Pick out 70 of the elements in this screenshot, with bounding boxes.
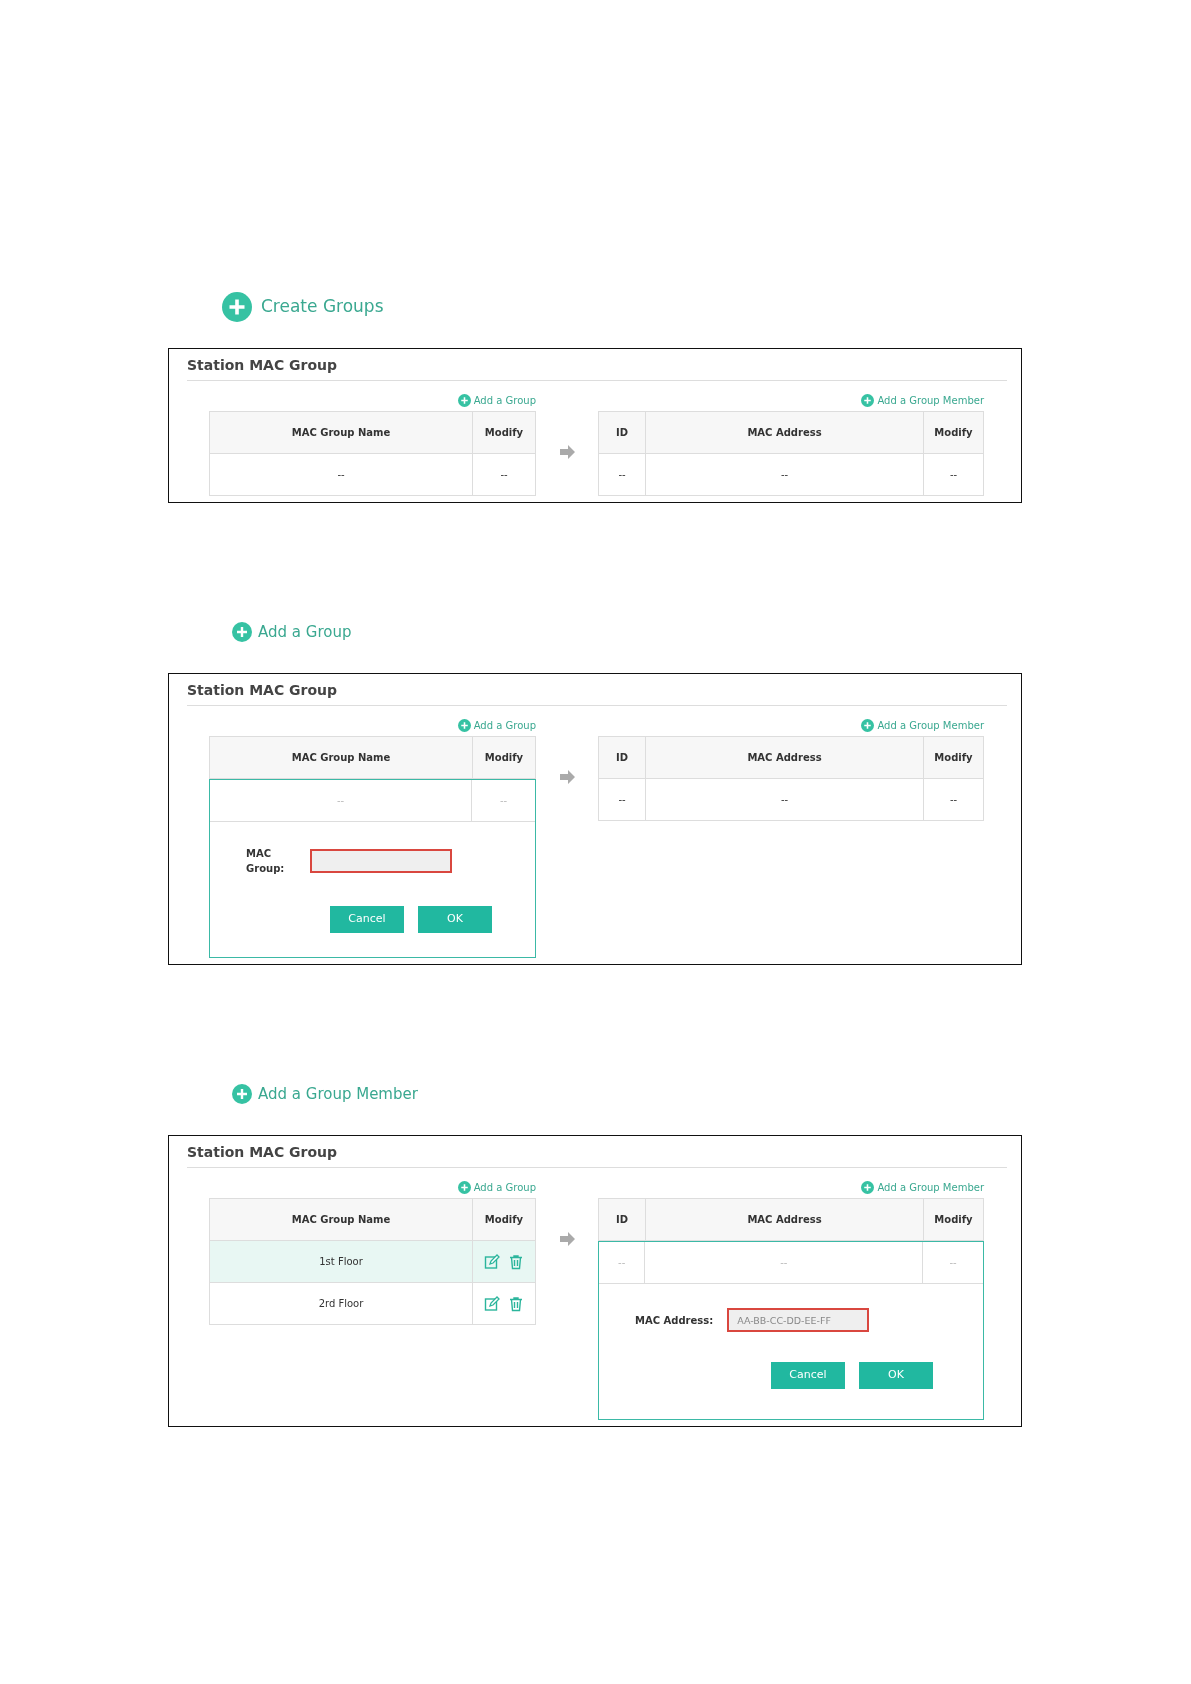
table-cell: -- bbox=[644, 1242, 923, 1283]
add-link[interactable]: Add a Group Member bbox=[877, 717, 984, 733]
add-icon[interactable] bbox=[861, 393, 875, 407]
table-cell: 2rd Floor bbox=[209, 1283, 472, 1324]
add-icon[interactable] bbox=[457, 718, 471, 732]
ok-button[interactable]: OK bbox=[859, 1362, 933, 1389]
table-cell: 1st Floor bbox=[209, 1241, 472, 1282]
table-row[interactable]: 1st Floor bbox=[209, 1241, 536, 1283]
column-header: Modify bbox=[923, 1199, 984, 1240]
table-cell: -- bbox=[472, 454, 536, 495]
arrow-icon bbox=[558, 444, 576, 460]
table-cell: -- bbox=[645, 779, 923, 820]
panel-title: Station MAC Group bbox=[187, 680, 1007, 706]
add-link[interactable]: Add a Group bbox=[473, 1179, 536, 1195]
column-header: MAC Group Name bbox=[209, 737, 472, 778]
heading: Create Groups bbox=[261, 295, 384, 319]
ok-button[interactable]: OK bbox=[418, 906, 492, 933]
arrow-icon bbox=[558, 1231, 576, 1247]
column-header: ID bbox=[598, 737, 645, 778]
table-cell: -- bbox=[923, 454, 984, 495]
table-cell-text: -- bbox=[617, 1256, 627, 1270]
table-row[interactable]: 2rd Floor bbox=[209, 1283, 536, 1325]
panel-title: Station MAC Group bbox=[187, 1142, 1007, 1168]
edit-icon[interactable] bbox=[484, 1295, 500, 1312]
column-header: Modify bbox=[923, 737, 984, 778]
table-cell: -- bbox=[471, 780, 535, 821]
column-header: MAC Address bbox=[645, 412, 923, 453]
column-header: ID bbox=[598, 1199, 645, 1240]
arrow-icon bbox=[558, 769, 576, 785]
heading: Add a Group Member bbox=[258, 1083, 418, 1105]
add-icon[interactable] bbox=[457, 1180, 471, 1194]
add-link[interactable]: Add a Group Member bbox=[877, 1179, 984, 1195]
add-icon[interactable] bbox=[232, 622, 252, 642]
add-icon[interactable] bbox=[457, 393, 471, 407]
column-header: Modify bbox=[472, 412, 536, 453]
column-header: Modify bbox=[923, 412, 984, 453]
column-header: MAC Group Name bbox=[209, 412, 472, 453]
add-link[interactable]: Add a Group bbox=[473, 717, 536, 733]
add-link[interactable]: Add a Group Member bbox=[877, 392, 984, 408]
table-cell: -- bbox=[922, 1242, 983, 1283]
column-header: MAC Address bbox=[645, 1199, 923, 1240]
trash-icon[interactable] bbox=[508, 1295, 524, 1312]
add-icon[interactable] bbox=[232, 1084, 252, 1104]
table-row[interactable]: -- -- bbox=[210, 780, 535, 822]
add-icon[interactable] bbox=[222, 292, 252, 322]
trash-icon[interactable] bbox=[508, 1253, 524, 1270]
panel-title: Station MAC Group bbox=[187, 355, 1007, 381]
edit-icon[interactable] bbox=[484, 1253, 500, 1270]
table-cell: -- bbox=[209, 454, 472, 495]
table-cell: -- bbox=[923, 779, 984, 820]
column-header: Modify bbox=[472, 737, 536, 778]
input-field[interactable]: AA-BB-CC-DD-EE-FF bbox=[727, 1308, 870, 1332]
heading: Add a Group bbox=[258, 621, 352, 643]
add-icon[interactable] bbox=[861, 1180, 875, 1194]
table-cell: -- bbox=[598, 779, 645, 820]
cancel-button[interactable]: Cancel bbox=[771, 1362, 845, 1389]
column-header: Modify bbox=[472, 1199, 536, 1240]
cancel-button[interactable]: Cancel bbox=[330, 906, 404, 933]
table-cell: -- bbox=[598, 454, 645, 495]
column-header: MAC Group Name bbox=[209, 1199, 472, 1240]
table-row[interactable]: -- -- bbox=[209, 454, 536, 496]
table-cell: -- bbox=[645, 454, 923, 495]
field-label: MAC Address: bbox=[635, 1313, 714, 1328]
column-header: ID bbox=[598, 412, 645, 453]
field-label: MAC Group: bbox=[246, 847, 286, 876]
column-header: MAC Address bbox=[645, 737, 923, 778]
add-link[interactable]: Add a Group bbox=[473, 392, 536, 408]
table-cell-text: -- bbox=[335, 794, 346, 808]
input-field[interactable] bbox=[310, 849, 452, 873]
add-icon[interactable] bbox=[861, 718, 875, 732]
